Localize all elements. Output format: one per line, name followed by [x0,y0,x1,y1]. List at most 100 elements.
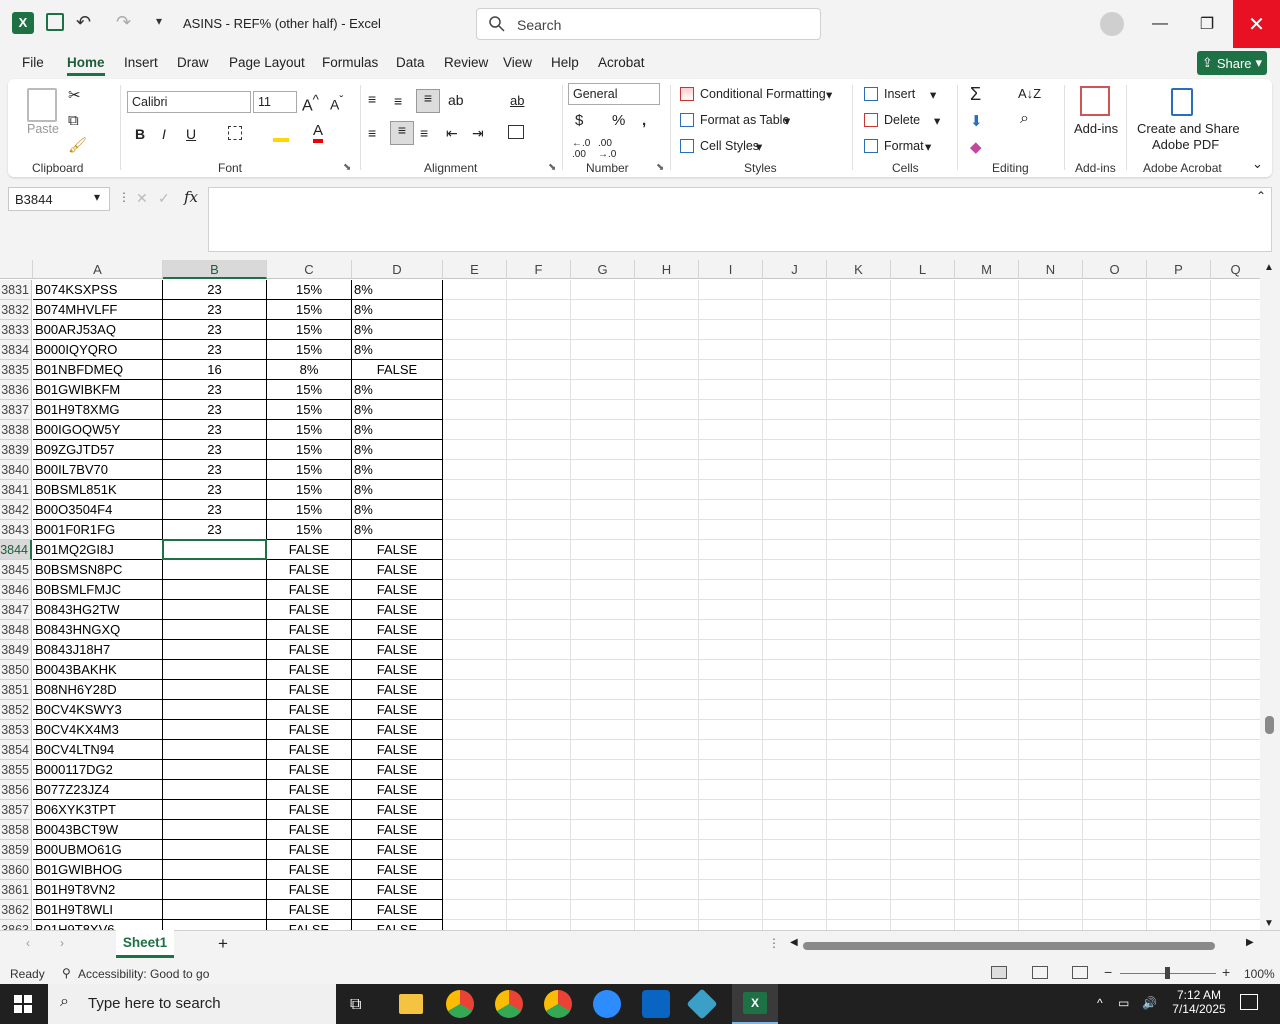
cell-q3844[interactable] [1211,540,1260,560]
cell-k3847[interactable] [827,600,891,620]
cell-p3852[interactable] [1147,700,1211,720]
cell-i3850[interactable] [699,660,763,680]
cell-m3849[interactable] [955,640,1019,660]
cell-n3841[interactable] [1019,480,1083,500]
paste-icon[interactable] [27,88,57,122]
cell-f3831[interactable] [507,280,571,300]
orientation-icon[interactable]: ab [448,92,464,108]
cell-l3835[interactable] [891,360,955,380]
cell-a3849[interactable]: B0843J18H7 [33,640,163,660]
cell-g3832[interactable] [571,300,635,320]
cell-k3849[interactable] [827,640,891,660]
cell-j3853[interactable] [763,720,827,740]
row-header[interactable]: 3859 [0,840,32,860]
cell-i3844[interactable] [699,540,763,560]
cell-a3848[interactable]: B0843HNGXQ [33,620,163,640]
cell-e3835[interactable] [443,360,507,380]
row-header[interactable]: 3850 [0,660,32,680]
row-header[interactable]: 3853 [0,720,32,740]
cell-b3849[interactable] [163,640,267,660]
cell-a3860[interactable]: B01GWIBHOG [33,860,163,880]
cell-o3857[interactable] [1083,800,1147,820]
cell-a3831[interactable]: B074KSXPSS [33,280,163,300]
cell-l3844[interactable] [891,540,955,560]
cell-i3851[interactable] [699,680,763,700]
cell-n3850[interactable] [1019,660,1083,680]
cell-i3838[interactable] [699,420,763,440]
cell-d3859[interactable]: FALSE [352,840,443,860]
cell-n3854[interactable] [1019,740,1083,760]
cell-b3844[interactable] [163,540,267,560]
row-header[interactable]: 3847 [0,600,32,620]
cell-l3839[interactable] [891,440,955,460]
cell-p3848[interactable] [1147,620,1211,640]
tab-formulas[interactable]: Formulas [322,55,378,70]
cell-o3834[interactable] [1083,340,1147,360]
cell-e3836[interactable] [443,380,507,400]
cell-h3853[interactable] [635,720,699,740]
cell-b3857[interactable] [163,800,267,820]
cell-q3838[interactable] [1211,420,1260,440]
row-header[interactable]: 3851 [0,680,32,700]
cell-n3835[interactable] [1019,360,1083,380]
cell-a3851[interactable]: B08NH6Y28D [33,680,163,700]
cell-n3844[interactable] [1019,540,1083,560]
cell-b3858[interactable] [163,820,267,840]
cell-h3862[interactable] [635,900,699,920]
cell-e3846[interactable] [443,580,507,600]
cell-q3835[interactable] [1211,360,1260,380]
column-header-b[interactable]: B [163,260,267,279]
cell-h3857[interactable] [635,800,699,820]
cell-d3840[interactable]: 8% [352,460,443,480]
cell-f3837[interactable] [507,400,571,420]
network-icon[interactable]: ▭ [1118,996,1129,1010]
cell-b3861[interactable] [163,880,267,900]
cell-b3845[interactable] [163,560,267,580]
cell-l3859[interactable] [891,840,955,860]
chrome-icon[interactable] [446,990,474,1018]
cell-d3858[interactable]: FALSE [352,820,443,840]
cell-j3860[interactable] [763,860,827,880]
cell-k3838[interactable] [827,420,891,440]
cell-a3856[interactable]: B077Z23JZ4 [33,780,163,800]
cell-c3860[interactable]: FALSE [267,860,352,880]
cell-p3859[interactable] [1147,840,1211,860]
cell-h3840[interactable] [635,460,699,480]
cell-q3842[interactable] [1211,500,1260,520]
cell-p3853[interactable] [1147,720,1211,740]
cell-d3846[interactable]: FALSE [352,580,443,600]
cell-j3845[interactable] [763,560,827,580]
cell-m3845[interactable] [955,560,1019,580]
cell-p3861[interactable] [1147,880,1211,900]
cell-o3835[interactable] [1083,360,1147,380]
cell-e3843[interactable] [443,520,507,540]
cell-b3860[interactable] [163,860,267,880]
cell-g3838[interactable] [571,420,635,440]
cell-p3832[interactable] [1147,300,1211,320]
cell-m3834[interactable] [955,340,1019,360]
cell-a3854[interactable]: B0CV4LTN94 [33,740,163,760]
tab-insert[interactable]: Insert [124,55,158,70]
cell-d3831[interactable]: 8% [352,280,443,300]
cell-j3849[interactable] [763,640,827,660]
cell-e3852[interactable] [443,700,507,720]
cell-c3836[interactable]: 15% [267,380,352,400]
cell-i3833[interactable] [699,320,763,340]
cell-c3831[interactable]: 15% [267,280,352,300]
cell-c3834[interactable]: 15% [267,340,352,360]
excel-taskbar-button[interactable]: X [732,984,778,1024]
cell-d3854[interactable]: FALSE [352,740,443,760]
cell-m3863[interactable] [955,920,1019,930]
cell-b3843[interactable]: 23 [163,520,267,540]
cell-h3834[interactable] [635,340,699,360]
column-header-j[interactable]: J [763,260,827,279]
row-header[interactable]: 3849 [0,640,32,660]
share-button[interactable]: ⇪ Share ▾ [1197,51,1267,75]
cell-b3832[interactable]: 23 [163,300,267,320]
cell-d3838[interactable]: 8% [352,420,443,440]
cell-g3846[interactable] [571,580,635,600]
cell-g3859[interactable] [571,840,635,860]
cell-e3832[interactable] [443,300,507,320]
cell-f3847[interactable] [507,600,571,620]
cell-n3846[interactable] [1019,580,1083,600]
